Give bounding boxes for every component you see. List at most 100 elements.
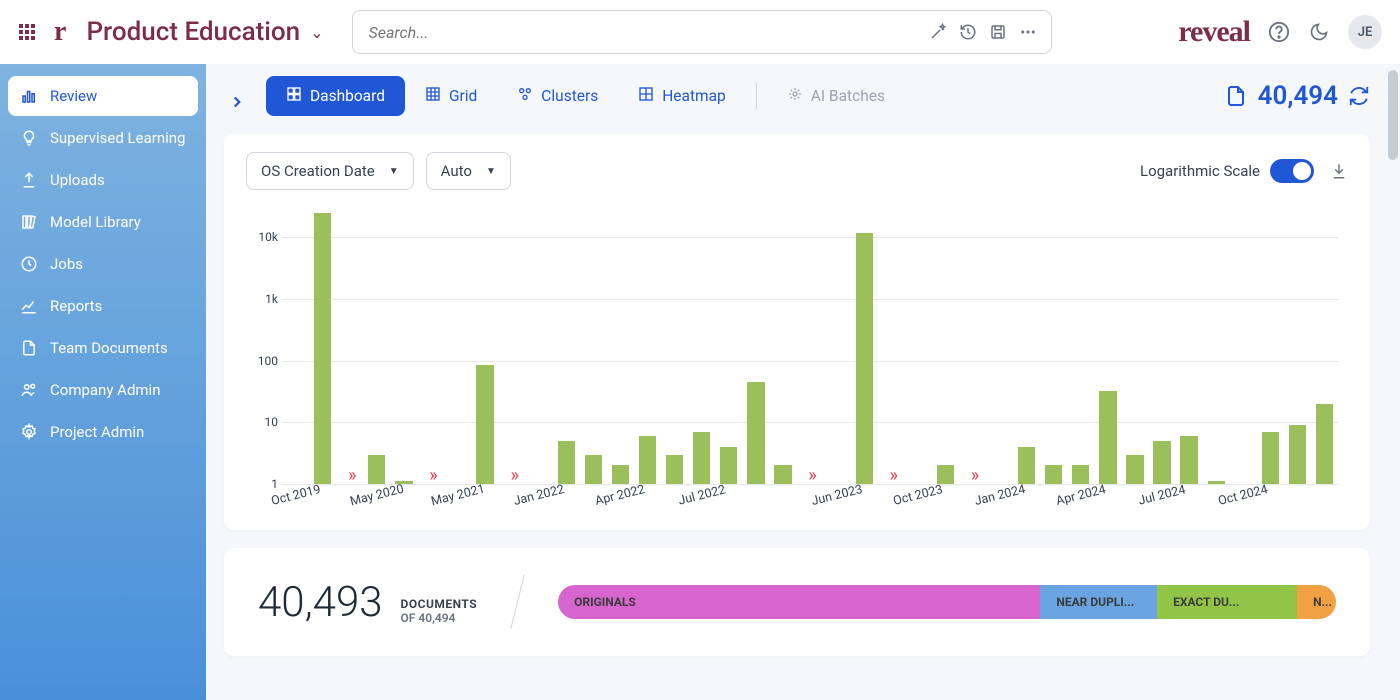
sidebar-item-uploads[interactable]: Uploads (8, 160, 198, 200)
tab-label: Dashboard (310, 87, 385, 105)
sidebar-item-label: Company Admin (50, 381, 161, 399)
histogram-bar[interactable] (856, 233, 873, 484)
histogram-bar[interactable] (585, 455, 602, 484)
histogram-bar[interactable] (1099, 391, 1116, 484)
bar-slot (932, 208, 959, 484)
histogram-bar[interactable] (1072, 465, 1089, 484)
divider (756, 83, 757, 109)
breakdown-segment[interactable]: ORIGINALS (558, 585, 1040, 619)
time-gap-marker: » (510, 465, 513, 486)
time-gap-marker: » (808, 465, 811, 486)
bar-slot (715, 208, 742, 484)
library-icon (20, 213, 38, 231)
histogram-bar[interactable] (1126, 455, 1143, 484)
sidebar-item-model-library[interactable]: Model Library (8, 202, 198, 242)
histogram-bar[interactable] (558, 441, 575, 484)
avatar[interactable]: JE (1348, 15, 1382, 49)
bar-slot (472, 208, 499, 484)
sidebar-item-jobs[interactable]: Jobs (8, 244, 198, 284)
histogram-bar[interactable] (1180, 436, 1197, 484)
caret-down-icon: ▼ (486, 166, 496, 177)
history-icon[interactable] (959, 23, 977, 41)
sidebar-item-label: Project Admin (50, 423, 144, 441)
breakdown-segment[interactable]: NEAR DUPLI... (1040, 585, 1157, 619)
search-input[interactable] (367, 22, 917, 43)
histogram-bar[interactable] (720, 447, 737, 484)
apps-grid-icon[interactable] (18, 23, 36, 41)
bar-slot (1094, 208, 1121, 484)
bar-slot (742, 208, 769, 484)
histogram-bar[interactable] (612, 465, 629, 484)
bar-slot (1040, 208, 1067, 484)
breakdown-segment[interactable]: EXACT DU... (1157, 585, 1297, 619)
tab-dashboard[interactable]: Dashboard (266, 76, 405, 116)
workspace-name: Product Education (86, 17, 300, 47)
histogram-bar[interactable] (666, 455, 683, 484)
breakdown-segment[interactable]: N... (1297, 585, 1336, 619)
bar-slot (1257, 208, 1284, 484)
tab-clusters[interactable]: Clusters (497, 76, 618, 116)
bar-slot: » (959, 208, 986, 484)
logo-mark: r (54, 16, 66, 48)
tab-label: AI Batches (811, 87, 885, 105)
more-icon[interactable] (1019, 23, 1037, 41)
histogram-bar[interactable] (747, 382, 764, 484)
download-icon[interactable] (1330, 162, 1348, 180)
tab-ai-batches[interactable]: AI Batches (767, 76, 905, 116)
sidebar-item-label: Review (50, 87, 97, 105)
histogram-bar[interactable] (693, 432, 710, 484)
help-icon[interactable] (1268, 21, 1290, 43)
tab-grid[interactable]: Grid (405, 76, 497, 116)
sidebar-item-supervised-learning[interactable]: Supervised Learning (8, 118, 198, 158)
magic-wand-icon[interactable] (929, 23, 947, 41)
scrollbar[interactable] (1388, 70, 1398, 690)
bar-slot (526, 208, 553, 484)
x-axis-label: May 2021 (430, 482, 487, 510)
bar-slot (390, 208, 417, 484)
save-icon[interactable] (989, 23, 1007, 41)
sidebar-item-reports[interactable]: Reports (8, 286, 198, 326)
time-gap-marker: » (971, 465, 974, 486)
x-axis-label: May 2020 (348, 482, 405, 510)
duplicates-breakdown-bar[interactable]: ORIGINALSNEAR DUPLI...EXACT DU...N... (558, 585, 1336, 619)
sidebar-item-team-documents[interactable]: Team Documents (8, 328, 198, 368)
sidebar-item-company-admin[interactable]: Company Admin (8, 370, 198, 410)
histogram-bar[interactable] (1289, 425, 1306, 484)
search-bar[interactable] (352, 10, 1052, 54)
histogram-bar[interactable] (476, 365, 493, 484)
sidebar-item-label: Jobs (50, 255, 83, 273)
sidebar-item-project-admin[interactable]: Project Admin (8, 412, 198, 452)
bar-slot (1067, 208, 1094, 484)
people-icon (20, 381, 38, 399)
gear-icon (20, 423, 38, 441)
histogram-bar[interactable] (1208, 481, 1225, 484)
bar-slot (1149, 208, 1176, 484)
histogram-bar[interactable] (1153, 441, 1170, 484)
x-axis-label: Jun 2023 (810, 482, 864, 509)
main-content: Dashboard GridClustersHeatmap AI Batches 4… (206, 64, 1388, 700)
log-scale-toggle[interactable] (1270, 159, 1314, 183)
summary-card: 40,493 DOCUMENTS OF 40,494 ORIGINALSNEAR… (224, 548, 1370, 656)
sidebar-item-review[interactable]: Review (8, 76, 198, 116)
histogram-bar[interactable] (937, 465, 954, 484)
moon-icon[interactable] (1308, 21, 1330, 43)
histogram-bar[interactable] (314, 213, 331, 484)
histogram-bar[interactable] (1018, 447, 1035, 484)
histogram-bar[interactable] (1045, 465, 1062, 484)
histogram-bar[interactable] (1262, 432, 1279, 484)
workspace-selector[interactable]: Product Education ⌄ (86, 17, 323, 47)
tab-heatmap[interactable]: Heatmap (618, 76, 746, 116)
histogram-bar[interactable] (774, 465, 791, 484)
histogram-bar[interactable] (368, 455, 385, 484)
clock-icon (20, 255, 38, 273)
histogram-bar[interactable] (639, 436, 656, 484)
bucket-dropdown[interactable]: Auto ▼ (426, 152, 511, 190)
document-total: 40,493 DOCUMENTS OF 40,494 (258, 578, 477, 627)
document-icon (1224, 84, 1248, 108)
date-field-dropdown[interactable]: OS Creation Date ▼ (246, 152, 414, 190)
histogram-bar[interactable] (1316, 404, 1333, 484)
collapse-sidebar-button[interactable] (228, 92, 246, 116)
bar-slot (688, 208, 715, 484)
refresh-icon[interactable] (1348, 85, 1370, 107)
x-axis-label: Apr 2024 (1054, 482, 1107, 509)
